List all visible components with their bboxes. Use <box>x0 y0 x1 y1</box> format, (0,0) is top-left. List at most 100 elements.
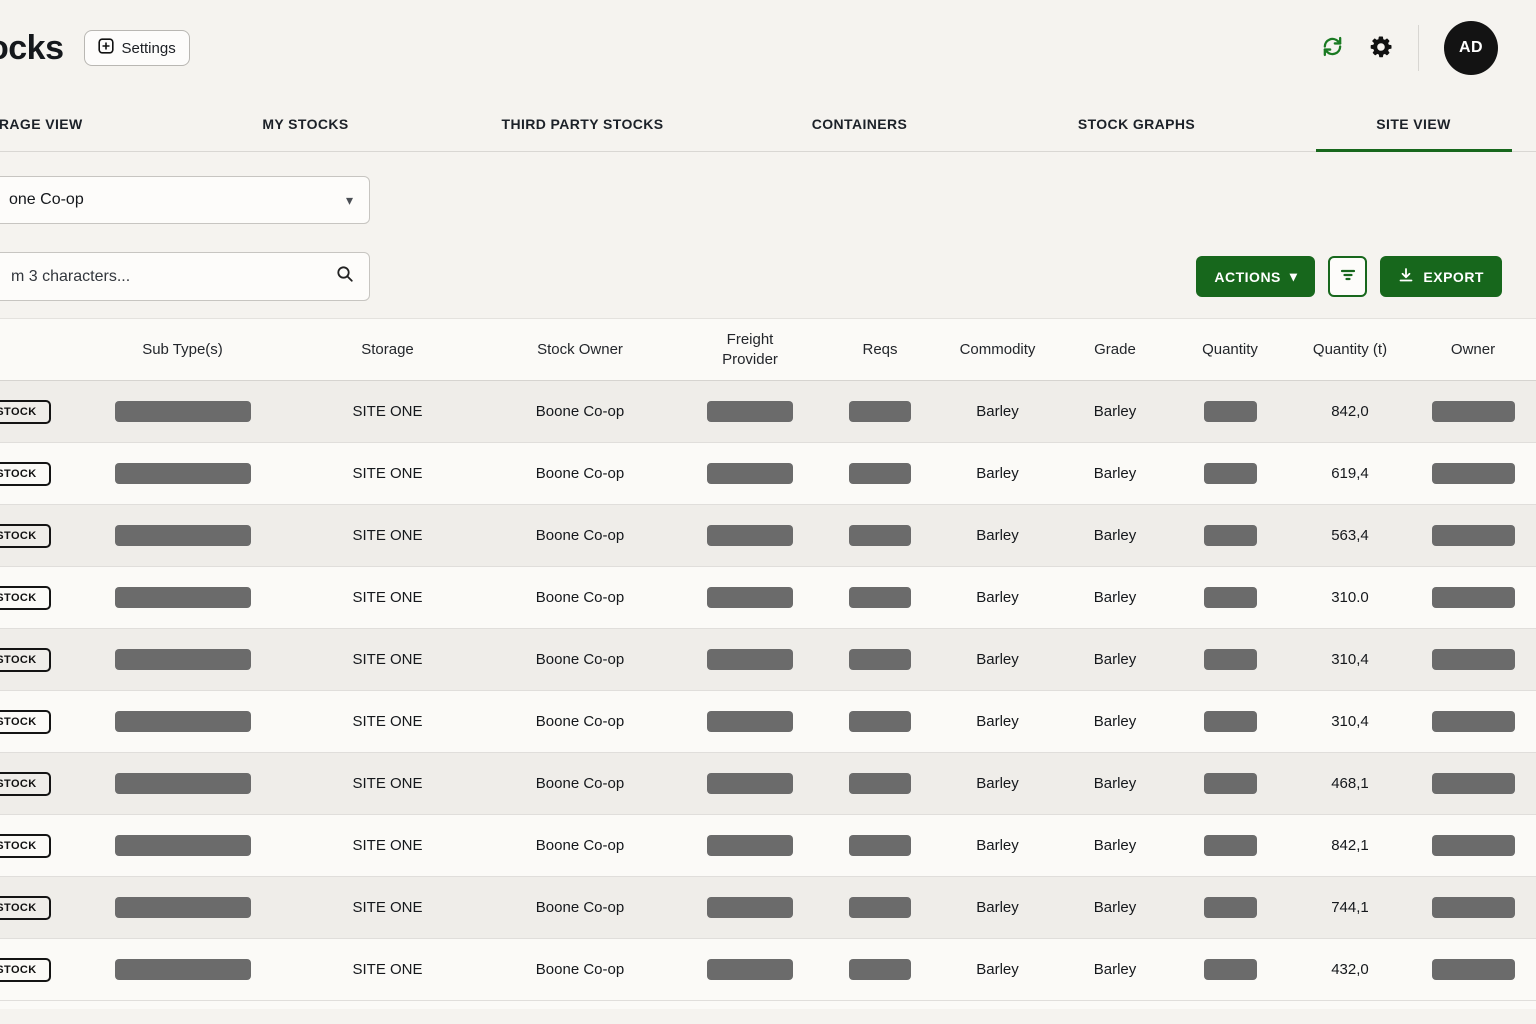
storage-cell: SITE ONE <box>290 775 485 792</box>
partial-next-row <box>0 1001 1536 1009</box>
col-header-quantity-t: Quantity (t) <box>1290 340 1410 360</box>
stock-owner-cell: Boone Co-op <box>485 837 675 854</box>
commodity-cell: Barley <box>935 713 1060 730</box>
stock-type-badge: TE STOCK <box>0 772 51 796</box>
tab-third-party-stocks[interactable]: THIRD PARTY STOCKS <box>444 96 721 151</box>
col-header-stock-owner: Stock Owner <box>485 340 675 360</box>
stock-type-badge: TE STOCK <box>0 462 51 486</box>
top-bar: ocks Settings AD <box>0 0 1536 96</box>
stock-owner-cell: Boone Co-op <box>485 961 675 978</box>
redacted-freight-provider-block <box>707 959 793 980</box>
stock-owner-cell: Boone Co-op <box>485 403 675 420</box>
controls-row: ACTIONS ▾ EXPORT <box>0 252 1536 301</box>
quantity-t-cell: 310.0 <box>1290 589 1410 606</box>
table-row[interactable]: TE STOCK SITE ONE Boone Co-op Barley Bar… <box>0 443 1536 505</box>
redacted-reqs-block <box>849 773 911 794</box>
redacted-owner-block <box>1432 835 1515 856</box>
tab-stock-graphs[interactable]: STOCK GRAPHS <box>998 96 1275 151</box>
tab-containers[interactable]: CONTAINERS <box>721 96 998 151</box>
gear-button[interactable] <box>1369 35 1393 62</box>
quantity-t-cell: 432,0 <box>1290 961 1410 978</box>
table-row[interactable]: TE STOCK SITE ONE Boone Co-op Barley Bar… <box>0 877 1536 939</box>
table-row[interactable]: TE STOCK SITE ONE Boone Co-op Barley Bar… <box>0 753 1536 815</box>
stock-owner-cell: Boone Co-op <box>485 713 675 730</box>
tab-my-stocks[interactable]: MY STOCKS <box>167 96 444 151</box>
table-row[interactable]: TE STOCK SITE ONE Boone Co-op Barley Bar… <box>0 629 1536 691</box>
redacted-reqs-block <box>849 587 911 608</box>
redacted-sub-type-block <box>115 401 251 422</box>
download-icon <box>1398 267 1414 286</box>
redacted-owner-block <box>1432 711 1515 732</box>
redacted-freight-provider-block <box>707 401 793 422</box>
redacted-quantity-block <box>1204 649 1257 670</box>
stock-owner-cell: Boone Co-op <box>485 465 675 482</box>
grade-cell: Barley <box>1060 589 1170 606</box>
storage-cell: SITE ONE <box>290 589 485 606</box>
filter-button[interactable] <box>1328 256 1367 297</box>
col-header-owner: Owner <box>1410 340 1536 360</box>
commodity-cell: Barley <box>935 527 1060 544</box>
redacted-freight-provider-block <box>707 773 793 794</box>
stocks-table: Sub Type(s) Storage Stock Owner Freight … <box>0 318 1536 1009</box>
gear-icon <box>1369 35 1393 62</box>
stock-type-badge: TE STOCK <box>0 586 51 610</box>
storage-cell: SITE ONE <box>290 527 485 544</box>
storage-cell: SITE ONE <box>290 961 485 978</box>
grade-cell: Barley <box>1060 837 1170 854</box>
export-button[interactable]: EXPORT <box>1380 256 1502 297</box>
redacted-quantity-block <box>1204 525 1257 546</box>
site-select[interactable]: one Co-op ▾ <box>0 176 370 224</box>
table-row[interactable]: TE STOCK SITE ONE Boone Co-op Barley Bar… <box>0 691 1536 753</box>
actions-button[interactable]: ACTIONS ▾ <box>1196 256 1315 297</box>
tab-storage-view[interactable]: T ORAGE VIEW <box>0 96 167 151</box>
commodity-cell: Barley <box>935 589 1060 606</box>
refresh-button[interactable] <box>1321 35 1344 61</box>
stock-type-badge: TE STOCK <box>0 648 51 672</box>
redacted-freight-provider-block <box>707 587 793 608</box>
redacted-freight-provider-block <box>707 711 793 732</box>
tab-site-view[interactable]: SITE VIEW <box>1275 96 1536 151</box>
export-button-label: EXPORT <box>1423 269 1484 285</box>
redacted-reqs-block <box>849 835 911 856</box>
redacted-quantity-block <box>1204 897 1257 918</box>
grade-cell: Barley <box>1060 465 1170 482</box>
stock-owner-cell: Boone Co-op <box>485 899 675 916</box>
table-row[interactable]: TE STOCK SITE ONE Boone Co-op Barley Bar… <box>0 815 1536 877</box>
search-input[interactable] <box>9 267 336 287</box>
table-row[interactable]: TE STOCK SITE ONE Boone Co-op Barley Bar… <box>0 567 1536 629</box>
grade-cell: Barley <box>1060 713 1170 730</box>
table-row[interactable]: TE STOCK SITE ONE Boone Co-op Barley Bar… <box>0 505 1536 567</box>
stock-type-badge: TE STOCK <box>0 524 51 548</box>
col-header-quantity: Quantity <box>1170 340 1290 360</box>
commodity-cell: Barley <box>935 837 1060 854</box>
redacted-freight-provider-block <box>707 463 793 484</box>
settings-button-label: Settings <box>122 40 176 57</box>
redacted-reqs-block <box>849 401 911 422</box>
redacted-owner-block <box>1432 897 1515 918</box>
stock-type-badge: TE STOCK <box>0 834 51 858</box>
grade-cell: Barley <box>1060 651 1170 668</box>
redacted-freight-provider-block <box>707 649 793 670</box>
redacted-quantity-block <box>1204 959 1257 980</box>
avatar[interactable]: AD <box>1444 21 1498 75</box>
stock-owner-cell: Boone Co-op <box>485 775 675 792</box>
redacted-sub-type-block <box>115 463 251 484</box>
stock-owner-cell: Boone Co-op <box>485 527 675 544</box>
page-title: ocks <box>0 29 64 68</box>
table-row[interactable]: TE STOCK SITE ONE Boone Co-op Barley Bar… <box>0 381 1536 443</box>
table-row[interactable]: TE STOCK SITE ONE Boone Co-op Barley Bar… <box>0 939 1536 1001</box>
col-header-sub-type: Sub Type(s) <box>75 340 290 360</box>
col-header-reqs: Reqs <box>825 340 935 360</box>
redacted-owner-block <box>1432 773 1515 794</box>
stock-owner-cell: Boone Co-op <box>485 651 675 668</box>
redacted-owner-block <box>1432 463 1515 484</box>
quantity-t-cell: 310,4 <box>1290 713 1410 730</box>
grade-cell: Barley <box>1060 961 1170 978</box>
col-header-freight-provider: Freight Provider <box>675 330 825 369</box>
settings-button[interactable]: Settings <box>84 30 190 66</box>
caret-down-icon: ▾ <box>1290 268 1298 285</box>
redacted-reqs-block <box>849 897 911 918</box>
storage-cell: SITE ONE <box>290 713 485 730</box>
redacted-freight-provider-block <box>707 525 793 546</box>
quantity-t-cell: 563,4 <box>1290 527 1410 544</box>
